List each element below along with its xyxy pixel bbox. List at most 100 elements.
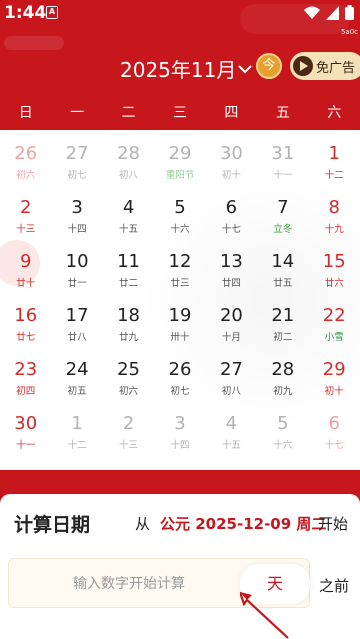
lunar-date: 十七 <box>324 440 344 451</box>
day-number: 16 <box>14 305 38 326</box>
lunar-date: 廿九 <box>119 332 139 343</box>
week-row: 23 初四 24 初五 25 初六 26 初七 27 初八 28 初九 29 初十 <box>0 346 360 400</box>
lunar-date: 廿六 <box>324 278 344 289</box>
chevron-down-icon <box>238 64 253 73</box>
day-number: 6 <box>225 197 238 218</box>
lunar-date: 廿二 <box>119 278 139 289</box>
lunar-date: 十五 <box>221 440 241 451</box>
day-cell[interactable]: 13 廿四 <box>206 238 257 292</box>
decor-blot <box>4 36 64 50</box>
lunar-date: 十六 <box>170 224 190 235</box>
day-cell[interactable]: 29 初十 <box>309 346 360 400</box>
weekday-sat: 六 <box>327 105 342 121</box>
day-cell[interactable]: 9 廿十 <box>0 238 51 292</box>
month-picker[interactable]: 2025年11月 <box>120 54 253 83</box>
day-number: 2 <box>19 197 32 218</box>
week-row: 9 廿十 10 廿一 11 廿二 12 廿三 13 廿四 14 廿五 15 廿六 <box>0 238 360 292</box>
day-cell[interactable]: 20 十月 <box>206 292 257 346</box>
day-number: 14 <box>271 251 295 272</box>
lunar-date: 廿八 <box>67 332 87 343</box>
weekday-sun: 日 <box>18 105 33 121</box>
day-cell[interactable]: 15 廿六 <box>309 238 360 292</box>
day-number: 22 <box>322 305 346 326</box>
weekday-header: 日 一 二 三 四 五 六 <box>0 98 360 130</box>
day-cell[interactable]: 10 廿一 <box>51 238 102 292</box>
day-number: 13 <box>219 251 243 272</box>
lunar-date: 廿三 <box>170 278 190 289</box>
day-cell[interactable]: 14 廿五 <box>257 238 308 292</box>
day-cell[interactable]: 5 十六 <box>154 184 205 238</box>
day-number: 4 <box>122 197 135 218</box>
day-cell[interactable]: 5 十六 <box>257 400 308 454</box>
day-cell[interactable]: 2 十三 <box>0 184 51 238</box>
day-cell[interactable]: 30 初十 <box>206 130 257 184</box>
day-cell[interactable]: 4 十五 <box>103 184 154 238</box>
week-row: 30 十一 1 十二 2 十三 3 十四 4 十五 5 十六 6 十七 <box>0 400 360 454</box>
day-cell[interactable]: 1 十二 <box>309 130 360 184</box>
day-cell[interactable]: 17 廿八 <box>51 292 102 346</box>
lunar-date: 初十 <box>221 170 241 181</box>
date-calculator-card: 计算日期 从 公元 2025-12-09 周二 开始 天 之前 <box>0 494 360 639</box>
day-cell[interactable]: 22 小雪 <box>309 292 360 346</box>
day-number: 15 <box>322 251 346 272</box>
day-cell[interactable]: 12 廿三 <box>154 238 205 292</box>
app-notification-icon: A <box>46 6 58 19</box>
direction-selector[interactable]: 之前 <box>319 575 349 596</box>
day-number: 25 <box>117 359 140 380</box>
day-cell[interactable]: 28 初九 <box>257 346 308 400</box>
day-cell[interactable]: 11 廿二 <box>103 238 154 292</box>
day-cell[interactable]: 8 十九 <box>309 184 360 238</box>
lunar-date: 十二 <box>324 170 344 181</box>
day-cell[interactable]: 3 十四 <box>154 400 205 454</box>
day-count-input[interactable] <box>19 569 239 599</box>
day-cell[interactable]: 27 初七 <box>51 130 102 184</box>
lunar-date: 初六 <box>16 170 36 181</box>
day-cell[interactable]: 6 十七 <box>309 400 360 454</box>
status-time: 1:44 <box>4 3 47 23</box>
day-cell[interactable]: 31 十一 <box>257 130 308 184</box>
day-number: 17 <box>65 305 89 326</box>
day-cell[interactable]: 16 廿七 <box>0 292 51 346</box>
day-number: 11 <box>117 251 140 272</box>
lunar-date: 十四 <box>170 440 190 451</box>
day-cell[interactable]: 26 初七 <box>154 346 205 400</box>
today-button[interactable]: 今 <box>256 53 282 79</box>
day-number: 3 <box>174 413 186 434</box>
day-cell[interactable]: 4 十五 <box>206 400 257 454</box>
day-cell[interactable]: 18 廿九 <box>103 292 154 346</box>
day-number: 21 <box>271 305 295 326</box>
lunar-date: 廿五 <box>273 278 293 289</box>
day-number: 26 <box>14 143 38 164</box>
day-cell[interactable]: 1 十二 <box>51 400 102 454</box>
day-cell[interactable]: 3 十四 <box>51 184 102 238</box>
week-row: 2 十三 3 十四 4 十五 5 十六 6 十七 7 立冬 8 十九 <box>0 184 360 238</box>
day-cell[interactable]: 2 十三 <box>103 400 154 454</box>
weekday-fri: 五 <box>275 105 290 121</box>
day-cell[interactable]: 29 重阳节 <box>154 130 205 184</box>
day-cell[interactable]: 21 初二 <box>257 292 308 346</box>
day-number: 5 <box>277 413 289 434</box>
day-number: 30 <box>219 143 243 164</box>
day-cell[interactable]: 6 十七 <box>206 184 257 238</box>
day-number: 6 <box>328 413 340 434</box>
day-cell[interactable]: 19 卅十 <box>154 292 205 346</box>
day-cell[interactable]: 24 初五 <box>51 346 102 400</box>
week-row: 26 初六 27 初七 28 初八 29 重阳节 30 初十 31 十一 1 十二 <box>0 130 360 184</box>
day-cell[interactable]: 30 十一 <box>0 400 51 454</box>
day-cell[interactable]: 25 初六 <box>103 346 154 400</box>
no-ads-button[interactable]: 免广告 <box>290 52 360 80</box>
day-cell[interactable]: 28 初八 <box>103 130 154 184</box>
day-cell[interactable]: 26 初六 <box>0 130 51 184</box>
day-number: 1 <box>71 413 83 434</box>
day-cell[interactable]: 7 立冬 <box>257 184 308 238</box>
lunar-date: 初二 <box>273 332 293 343</box>
lunar-date: 十月 <box>221 332 241 343</box>
header-bar: 1:44 A 5a0c 2025年11月 今 免广告 <box>0 0 360 98</box>
lunar-date: 廿十 <box>16 278 36 289</box>
start-date-selector[interactable]: 公元 2025-12-09 周二 <box>160 513 326 534</box>
day-cell[interactable]: 27 初八 <box>206 346 257 400</box>
day-cell[interactable]: 23 初四 <box>0 346 51 400</box>
day-number: 28 <box>117 143 140 164</box>
weekday-wed: 三 <box>172 105 187 121</box>
lunar-date: 初七 <box>170 386 190 397</box>
